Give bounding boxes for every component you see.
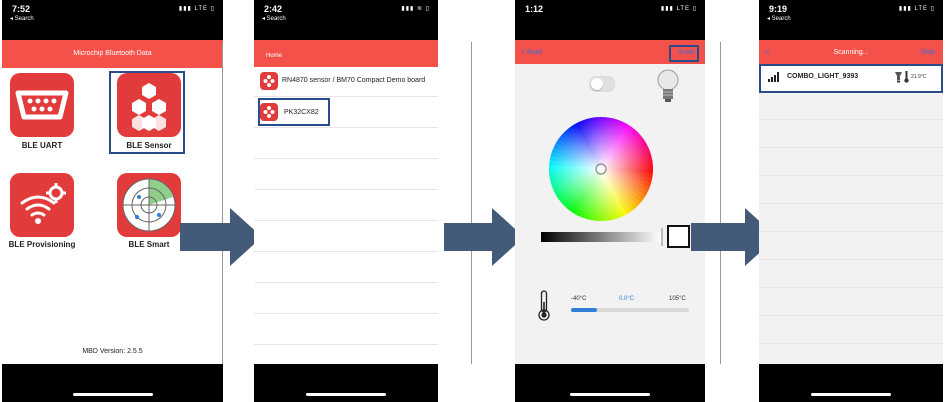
empty-row: [254, 221, 438, 252]
status-bar: 1:12 ▮▮▮ LTE ▯: [515, 0, 705, 40]
empty-row: [254, 283, 438, 314]
empty-row: [254, 159, 438, 190]
divider-line: [471, 42, 472, 364]
status-time: 9:19: [769, 4, 788, 14]
home-indicator[interactable]: [306, 393, 386, 396]
device-row-rn4870[interactable]: RN4870 sensor / BM70 Compact Demo board: [254, 67, 438, 97]
radar-icon: [122, 178, 176, 232]
scan-results-list: COMBO_LIGHT_9393 21.9°C: [759, 64, 943, 364]
brightness-slider[interactable]: [541, 232, 661, 242]
ble-smart-label: BLE Smart: [128, 240, 170, 249]
device-list: RN4870 sensor / BM70 Compact Demo board …: [254, 67, 438, 364]
empty-row: [254, 252, 438, 283]
empty-row: [254, 190, 438, 221]
empty-row: [759, 316, 943, 344]
status-bar: 9:19 ◂ Search ▮▮▮ LTE ▯: [759, 0, 943, 40]
back-to-search-link[interactable]: ◂ Search: [767, 15, 791, 22]
back-to-search-link[interactable]: ◂ Search: [10, 15, 34, 22]
status-bar: 2:42 ◂ Search ▮▮▮ ≋ ▯: [254, 0, 438, 40]
version-label: MBD Version: 2.5.5: [82, 348, 143, 355]
empty-row: [759, 288, 943, 316]
back-button[interactable]: < Back: [521, 49, 543, 56]
empty-row: [254, 128, 438, 159]
status-icons: ▮▮▮ LTE ▯: [660, 6, 697, 12]
back-to-search-link[interactable]: ◂ Search: [262, 15, 286, 22]
brightness-slider-handle[interactable]: [661, 228, 663, 246]
app-header: Microchip Bluetooth Data: [2, 40, 223, 68]
phone-screen-2: 2:42 ◂ Search ▮▮▮ ≋ ▯ Home RN4870 sensor…: [254, 0, 438, 402]
combo-light-highlight: [759, 64, 943, 93]
empty-row: [254, 314, 438, 345]
status-time: 2:42: [264, 4, 283, 14]
empty-row: [759, 148, 943, 176]
empty-row: [759, 232, 943, 260]
empty-row: [759, 176, 943, 204]
temp-max-label: 105°C: [669, 296, 686, 302]
pk32cx82-highlight: [258, 98, 330, 126]
nav-bar: < Scanning... Stop: [759, 40, 943, 64]
temp-min-label: -40°C: [571, 296, 587, 302]
divider-line: [720, 42, 721, 364]
sensor-app-icon: [260, 72, 278, 90]
ble-uart-label: BLE UART: [21, 141, 63, 150]
wifi-gear-icon: [20, 183, 66, 224]
status-icons: ▮▮▮ ≋ ▯: [401, 6, 430, 12]
empty-row: [759, 92, 943, 120]
scanning-title: Scanning...: [833, 49, 869, 56]
selected-color-swatch: [667, 225, 690, 248]
ble-provisioning-tile[interactable]: [10, 173, 74, 237]
ble-sensor-highlight: [109, 71, 185, 154]
next-arrow-icon: [444, 208, 524, 266]
home-indicator[interactable]: [570, 393, 650, 396]
home-indicator[interactable]: [72, 393, 153, 396]
light-bulb-icon: [657, 69, 679, 102]
empty-row: [759, 120, 943, 148]
serial-port-icon: [15, 90, 69, 120]
thermometer-icon: [538, 290, 550, 321]
temp-bar-fill: [571, 308, 597, 312]
divider-line: [222, 42, 223, 364]
empty-row: [759, 260, 943, 288]
ble-provisioning-label: BLE Provisioning: [8, 240, 76, 249]
status-time: 7:52: [12, 4, 31, 14]
empty-row: [759, 204, 943, 232]
phone-screen-4: 9:19 ◂ Search ▮▮▮ LTE ▯ < Scanning... St…: [759, 0, 943, 402]
app-title: Microchip Bluetooth Data: [73, 50, 152, 57]
scale-button-highlight: [669, 45, 699, 62]
status-bar: 7:52 ◂ Search ▮▮▮ LTE ▯: [2, 0, 223, 40]
phone-screen-3: 1:12 ▮▮▮ LTE ▯ < Back Scale -40°C 0.0°C …: [515, 0, 705, 402]
phone-screen-1: 7:52 ◂ Search ▮▮▮ LTE ▯ Microchip Blueto…: [2, 0, 223, 402]
color-wheel[interactable]: [549, 117, 653, 221]
status-time: 1:12: [525, 4, 544, 14]
stop-button[interactable]: Stop: [921, 49, 935, 56]
ble-smart-tile[interactable]: [117, 173, 181, 237]
nav-title: Home: [266, 53, 283, 59]
temp-current-label: 0.0°C: [619, 296, 635, 302]
next-arrow-icon: [180, 208, 262, 266]
light-control-panel: -40°C 0.0°C 105°C: [515, 64, 705, 364]
nav-bar: Home: [254, 40, 438, 67]
ble-uart-tile[interactable]: [10, 73, 74, 137]
status-icons: ▮▮▮ LTE ▯: [178, 6, 215, 12]
home-indicator[interactable]: [811, 393, 891, 396]
device-label: RN4870 sensor / BM70 Compact Demo board: [282, 77, 426, 84]
temp-bar-track: [571, 308, 689, 312]
status-icons: ▮▮▮ LTE ▯: [898, 6, 935, 12]
power-toggle[interactable]: [589, 76, 615, 92]
